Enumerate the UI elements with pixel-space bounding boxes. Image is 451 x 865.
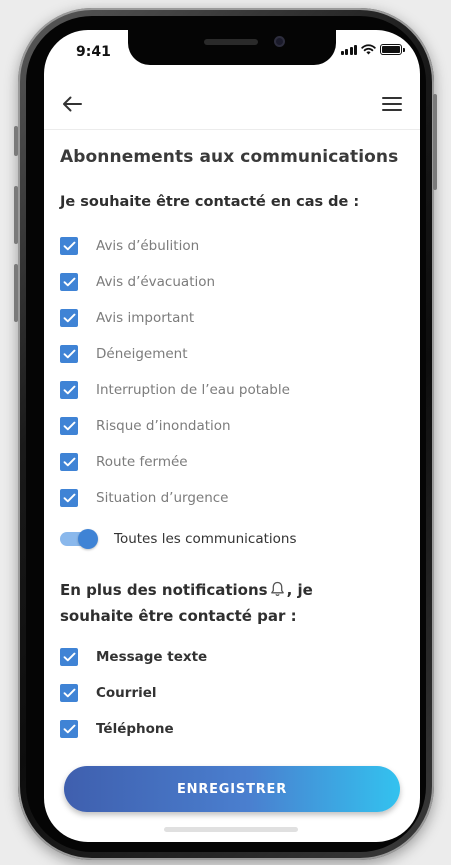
notch: [128, 30, 336, 65]
category-label: Situation d’urgence: [96, 490, 229, 506]
checkmark-icon: [63, 313, 75, 323]
contact-method-checkbox[interactable]: [60, 648, 78, 666]
contact-method-label: Message texte: [96, 649, 208, 665]
mute-switch: [14, 126, 18, 156]
contact-method-label: Courriel: [96, 685, 157, 701]
category-checkbox[interactable]: [60, 237, 78, 255]
category-label: Déneigement: [96, 346, 188, 362]
menu-button[interactable]: [378, 90, 406, 118]
category-checkbox[interactable]: [60, 345, 78, 363]
checkmark-icon: [63, 493, 75, 503]
all-communications-toggle[interactable]: Toutes les communications: [60, 527, 297, 551]
wifi-icon: [361, 44, 376, 55]
all-communications-label: Toutes les communications: [114, 531, 297, 547]
checkmark-icon: [63, 652, 75, 662]
category-checkbox-list: Avis d’ébulition Avis d’évacuation Avis im…: [60, 228, 390, 516]
category-row[interactable]: Route fermée: [60, 444, 390, 480]
back-button[interactable]: [58, 90, 86, 118]
contact-method-checkbox-list: Message texte Courriel Téléphone: [60, 639, 390, 747]
category-checkbox[interactable]: [60, 453, 78, 471]
category-label: Avis d’évacuation: [96, 274, 216, 290]
checkmark-icon: [63, 421, 75, 431]
contact-method-label: Téléphone: [96, 721, 174, 737]
contact-method-checkbox[interactable]: [60, 684, 78, 702]
category-label: Avis important: [96, 310, 195, 326]
category-row[interactable]: Avis important: [60, 300, 390, 336]
category-row[interactable]: Interruption de l’eau potable: [60, 372, 390, 408]
checkmark-icon: [63, 349, 75, 359]
status-time: 9:41: [76, 44, 111, 60]
category-row[interactable]: Déneigement: [60, 336, 390, 372]
checkmark-icon: [63, 724, 75, 734]
speaker-grille: [204, 39, 258, 45]
category-label: Risque d’inondation: [96, 418, 231, 434]
status-icons: [340, 44, 405, 55]
category-label: Interruption de l’eau potable: [96, 382, 290, 398]
page-subtitle: Je souhaite être contacté en cas de :: [60, 194, 360, 210]
checkmark-icon: [63, 277, 75, 287]
category-row[interactable]: Avis d’évacuation: [60, 264, 390, 300]
contact-method-checkbox[interactable]: [60, 720, 78, 738]
checkmark-icon: [63, 385, 75, 395]
volume-down-button: [14, 264, 18, 322]
bell-icon: [270, 580, 285, 604]
toggle-track[interactable]: [60, 529, 98, 549]
notification-title-start: En plus des notifications: [60, 581, 268, 599]
category-label: Avis d’ébulition: [96, 238, 200, 254]
arrow-left-icon: [63, 96, 82, 112]
category-checkbox[interactable]: [60, 273, 78, 291]
power-button: [433, 94, 437, 190]
save-button[interactable]: ENREGISTRER: [64, 766, 400, 812]
category-row[interactable]: Avis d’ébulition: [60, 228, 390, 264]
app-header: [44, 82, 420, 130]
home-indicator: [164, 827, 298, 832]
contact-method-row[interactable]: Courriel: [60, 675, 390, 711]
phone-screen: 9:41 Abonnements aux communications Je s…: [44, 30, 420, 842]
volume-up-button: [14, 186, 18, 244]
notification-section-title: En plus des notifications, je souhaite ê…: [60, 578, 390, 628]
toggle-knob[interactable]: [78, 529, 98, 549]
category-label: Route fermée: [96, 454, 188, 470]
signal-icon: [340, 44, 357, 55]
battery-icon: [380, 44, 405, 55]
category-checkbox[interactable]: [60, 381, 78, 399]
contact-method-row[interactable]: Message texte: [60, 639, 390, 675]
category-checkbox[interactable]: [60, 489, 78, 507]
front-camera: [274, 36, 285, 47]
hamburger-menu-icon: [382, 97, 402, 111]
checkmark-icon: [63, 241, 75, 251]
category-checkbox[interactable]: [60, 417, 78, 435]
checkmark-icon: [63, 457, 75, 467]
category-row[interactable]: Risque d’inondation: [60, 408, 390, 444]
page-title: Abonnements aux communications: [60, 147, 399, 167]
contact-method-row[interactable]: Téléphone: [60, 711, 390, 747]
checkmark-icon: [63, 688, 75, 698]
category-row[interactable]: Situation d’urgence: [60, 480, 390, 516]
category-checkbox[interactable]: [60, 309, 78, 327]
